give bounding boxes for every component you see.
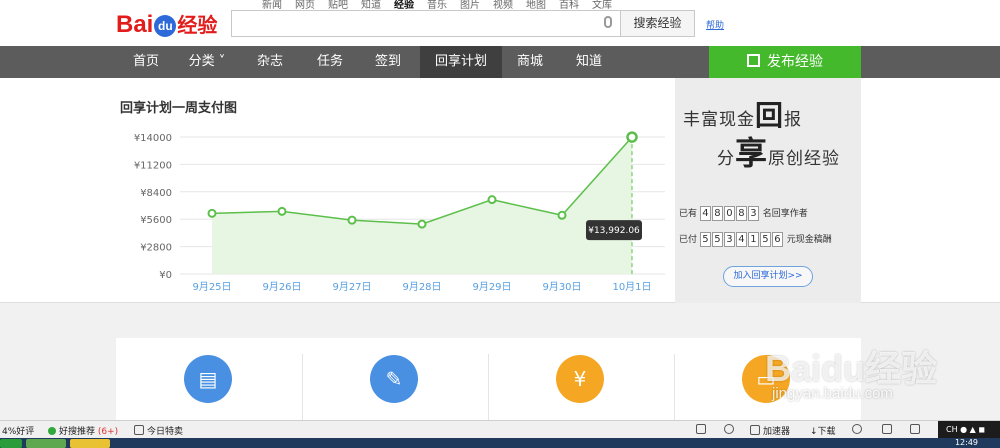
gift-icon [134, 425, 144, 435]
taskbar-app-folder[interactable] [70, 439, 110, 448]
deals-item[interactable]: 今日特卖 [134, 424, 183, 437]
start-button[interactable] [0, 439, 22, 448]
promo-slogan-line2: 分享原创经验 [717, 134, 841, 172]
money-bag-icon[interactable]: ¥ [556, 355, 604, 403]
nav-item-5[interactable]: 回享计划 [420, 46, 502, 78]
area-fill [212, 137, 632, 274]
rocket-icon [750, 425, 760, 435]
download-item[interactable]: ↓下载 [810, 424, 836, 437]
x-tick-label: 9月29日 [472, 281, 511, 293]
y-tick-label: ¥8400 [140, 188, 172, 199]
y-tick-label: ¥2800 [140, 243, 172, 254]
x-tick-label: 9月26日 [262, 281, 301, 293]
search-input[interactable] [231, 10, 621, 37]
nav-item-4[interactable]: 签到 [364, 46, 412, 78]
logo-jingyan-text: 经验 [177, 13, 218, 37]
feature-cards: ▤ ✎ ¥ ▭ [116, 338, 861, 420]
phone-icon[interactable] [696, 424, 709, 436]
input-language[interactable]: CH [946, 425, 958, 434]
digit-box: 0 [723, 206, 735, 221]
digit-box: 1 [747, 232, 759, 247]
nav-item-7[interactable]: 知道 [563, 46, 615, 78]
digit-box: 4 [735, 232, 747, 247]
browser-statusbar: 4%好评 好搜推荐 (6+) 今日特卖 加速器 ↓下载 CH ● ▲ ◼ [0, 420, 1000, 439]
edit-icon[interactable]: ✎ [370, 355, 418, 403]
card-divider [674, 354, 675, 420]
data-point [347, 215, 357, 225]
promo-panel: 丰富现金回报 分享原创经验 已有 48083 名回享作者 已付 5534156 … [675, 78, 861, 303]
logo-bai-text: Bai [116, 11, 154, 38]
card-divider [302, 354, 303, 420]
digit-box: 6 [771, 232, 783, 247]
y-tick-label: ¥14000 [134, 133, 172, 144]
data-point [207, 208, 217, 218]
microphone-icon[interactable] [604, 16, 612, 28]
rating-text: 4%好评 [2, 427, 35, 437]
nav-item-2[interactable]: 杂志 [246, 46, 294, 78]
x-tick-label: 9月28日 [402, 281, 441, 293]
y-tick-label: ¥5600 [140, 215, 172, 226]
windows-taskbar: 12:49 [0, 438, 1000, 448]
top-header: Bai du 经验 新闻 网页 贴吧 知道 经验 音乐 图片 视频 地图 百科 文库 搜索经验 帮助 [0, 0, 1000, 46]
authors-digits: 48083 [699, 206, 760, 221]
search-button[interactable]: 搜索经验 [620, 10, 695, 37]
data-point [487, 195, 497, 205]
system-tray: CH ● ▲ ◼ [938, 421, 1000, 439]
green-dot-icon [48, 427, 56, 435]
baidu-jingyan-logo[interactable]: Bai du 经验 [116, 9, 217, 39]
card-divider [488, 354, 489, 420]
y-tick-label: ¥0 [159, 270, 172, 281]
speaker-icon[interactable] [882, 424, 895, 436]
x-tick-label: 10月1日 [612, 281, 651, 293]
digit-box: 3 [723, 232, 735, 247]
refresh-icon[interactable] [724, 424, 737, 436]
recommend-item[interactable]: 好搜推荐 (6+) [48, 424, 118, 437]
paid-amount-row: 已付 5534156 元现金稿酬 [679, 232, 832, 247]
publish-label: 发布经验 [767, 54, 823, 70]
x-tick-label: 9月27日 [332, 281, 371, 293]
book-icon[interactable]: ▤ [184, 355, 232, 403]
digit-box: 8 [735, 206, 747, 221]
nav-item-0[interactable]: 首页 [120, 46, 172, 78]
nav-item-1[interactable]: 分类 ˅ [178, 46, 236, 78]
paid-digits: 5534156 [699, 232, 784, 247]
taskbar-app-browser[interactable] [26, 439, 66, 448]
digit-box: 5 [759, 232, 771, 247]
data-point [626, 131, 638, 143]
download-arrow-icon: ↓ [810, 427, 818, 437]
digit-box: 8 [711, 206, 723, 221]
digit-box: 5 [711, 232, 723, 247]
zoom-icon[interactable] [852, 424, 865, 436]
publish-experience-button[interactable]: 发布经验 [709, 46, 861, 78]
clock: 12:49 [954, 438, 978, 447]
digit-box: 5 [699, 232, 711, 247]
accelerator-item[interactable]: 加速器 [750, 424, 790, 437]
join-program-button[interactable]: 加入回享计划>> [723, 266, 813, 287]
digit-box: 4 [699, 206, 711, 221]
screenshot-icon[interactable] [910, 424, 923, 436]
data-point [557, 210, 567, 220]
tooltip-label: ¥13,992.06 [588, 226, 640, 236]
data-point [277, 206, 287, 216]
data-point [417, 219, 427, 229]
weekly-payment-chart: ¥14000 ¥11200 ¥8400 ¥5600 ¥2800 ¥0 9月25日 9月26日 9… [134, 131, 665, 293]
logo-paw-icon: du [154, 15, 177, 37]
nav-item-3[interactable]: 任务 [306, 46, 354, 78]
digit-box: 3 [747, 206, 759, 221]
watermark-url: jingyan.baidu.com [772, 385, 893, 402]
chart-title: 回享计划一周支付图 [120, 101, 238, 116]
y-tick-label: ¥11200 [134, 160, 172, 171]
authors-count-row: 已有 48083 名回享作者 [679, 206, 808, 221]
x-tick-label: 9月25日 [192, 281, 231, 293]
nav-item-6[interactable]: 商城 [504, 46, 556, 78]
x-tick-label: 9月30日 [542, 281, 581, 293]
help-link[interactable]: 帮助 [706, 18, 724, 31]
edit-icon [747, 54, 760, 67]
